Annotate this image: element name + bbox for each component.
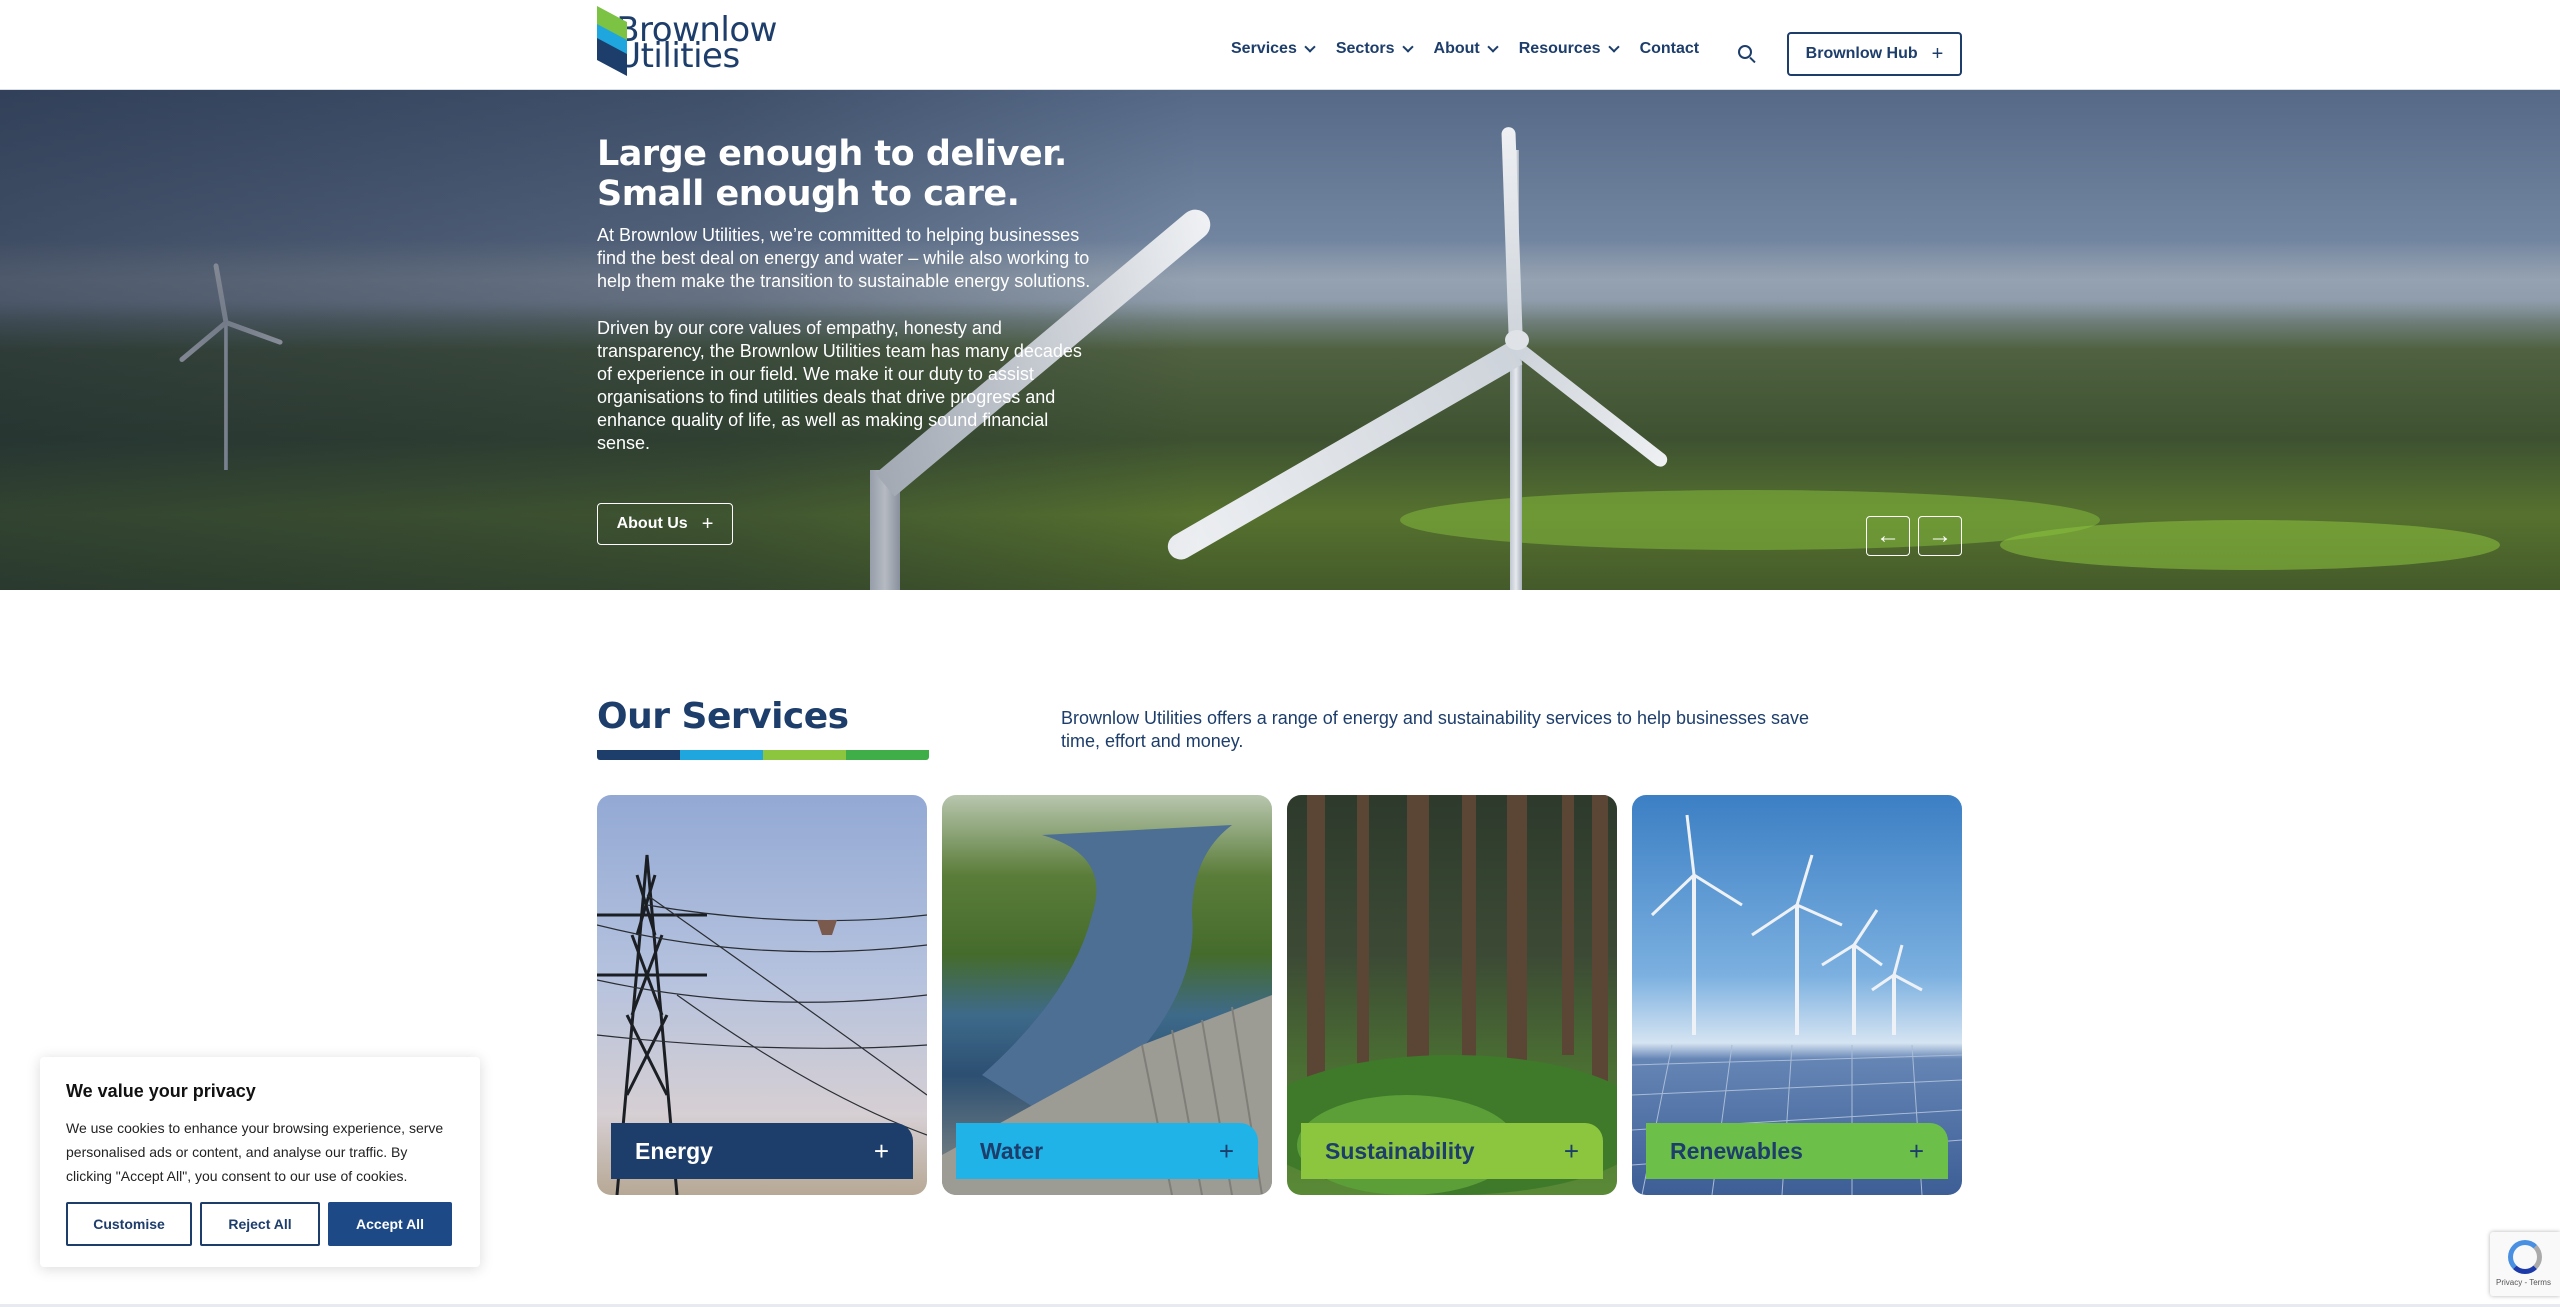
energy-label-text: Energy: [635, 1137, 713, 1164]
hero-content: Large enough to deliver. Small enough to…: [597, 134, 1097, 455]
service-card-renewables-label[interactable]: Renewables +: [1646, 1123, 1948, 1179]
service-card-renewables[interactable]: Renewables +: [1632, 795, 1962, 1195]
hub-button-label: Brownlow Hub: [1805, 45, 1918, 62]
brownlow-hub-button[interactable]: Brownlow Hub +: [1787, 32, 1962, 76]
plus-icon: +: [1563, 1135, 1579, 1166]
site-header: Brownlow Utilities Services Sectors Abou…: [0, 0, 2560, 90]
recaptcha-text: Privacy - Terms: [2496, 1278, 2551, 1287]
logo-wordmark: Brownlow Utilities: [616, 10, 777, 76]
nav-about[interactable]: About: [1433, 40, 1499, 58]
chevron-down-icon: [1401, 40, 1414, 53]
nav-services[interactable]: Services: [1231, 40, 1316, 58]
recaptcha-icon: [2508, 1240, 2542, 1274]
service-card-energy[interactable]: Energy +: [597, 795, 927, 1195]
search-icon[interactable]: [1738, 45, 1752, 59]
service-card-water[interactable]: Water +: [942, 795, 1272, 1195]
hero-paragraph-1: At Brownlow Utilities, we’re committed t…: [597, 225, 1091, 291]
service-card-energy-label[interactable]: Energy +: [611, 1123, 913, 1179]
cookie-text: We use cookies to enhance your browsing …: [66, 1120, 444, 1184]
cookie-accept-button[interactable]: Accept All: [328, 1202, 452, 1246]
sustainability-label-text: Sustainability: [1325, 1137, 1475, 1164]
hero-banner: Large enough to deliver. Small enough to…: [0, 90, 2560, 590]
service-card-sustainability[interactable]: Sustainability +: [1287, 795, 1617, 1195]
service-card-sustainability-label[interactable]: Sustainability +: [1301, 1123, 1603, 1179]
arrow-right-icon: →: [1928, 522, 1952, 549]
logo-mark-icon: [597, 6, 627, 76]
brownlow-logo[interactable]: Brownlow Utilities: [597, 6, 777, 76]
about-us-label: About Us: [616, 515, 688, 532]
nav-resources[interactable]: Resources: [1518, 40, 1620, 58]
chevron-down-icon: [1487, 40, 1499, 53]
plus-icon: +: [873, 1135, 889, 1166]
main-nav: Services Sectors About Resources Contact: [1231, 40, 1721, 58]
nav-services-label: Services: [1231, 40, 1297, 57]
cookie-buttons: Customise Reject All Accept All: [66, 1202, 452, 1246]
plus-icon: +: [701, 513, 714, 535]
chevron-down-icon: [1607, 40, 1620, 53]
nav-sectors[interactable]: Sectors: [1335, 40, 1414, 58]
cookie-title: We value your privacy: [66, 1081, 256, 1101]
renewables-label-text: Renewables: [1670, 1137, 1803, 1164]
recaptcha-badge[interactable]: Privacy - Terms: [2490, 1232, 2560, 1296]
water-label-text: Water: [980, 1137, 1044, 1164]
service-card-water-label[interactable]: Water +: [956, 1123, 1258, 1179]
hero-paragraph-2: Driven by our core values of empathy, ho…: [597, 318, 1082, 453]
nav-resources-label: Resources: [1518, 40, 1601, 57]
plus-icon: +: [1908, 1135, 1924, 1166]
services-heading: Our Services: [597, 696, 849, 737]
arrow-left-icon: ←: [1876, 522, 1900, 549]
carousel-next-button[interactable]: →: [1918, 516, 1962, 556]
plus-icon: +: [1218, 1135, 1234, 1166]
cookie-customise-button[interactable]: Customise: [66, 1202, 192, 1246]
services-description: Brownlow Utilities offers a range of ene…: [1061, 708, 1810, 751]
hero-title: Large enough to deliver. Small enough to…: [597, 134, 1067, 214]
services-color-bar: [597, 750, 929, 760]
plus-icon: +: [1931, 43, 1944, 65]
chevron-down-icon: [1304, 40, 1316, 53]
about-us-button[interactable]: About Us +: [597, 503, 733, 545]
carousel-prev-button[interactable]: ←: [1866, 516, 1910, 556]
nav-about-label: About: [1433, 40, 1480, 57]
cookie-reject-button[interactable]: Reject All: [200, 1202, 320, 1246]
cookie-consent-banner: We value your privacy We use cookies to …: [40, 1057, 480, 1267]
nav-sectors-label: Sectors: [1335, 40, 1395, 57]
nav-contact-label: Contact: [1639, 40, 1700, 57]
nav-contact[interactable]: Contact: [1640, 40, 1700, 58]
